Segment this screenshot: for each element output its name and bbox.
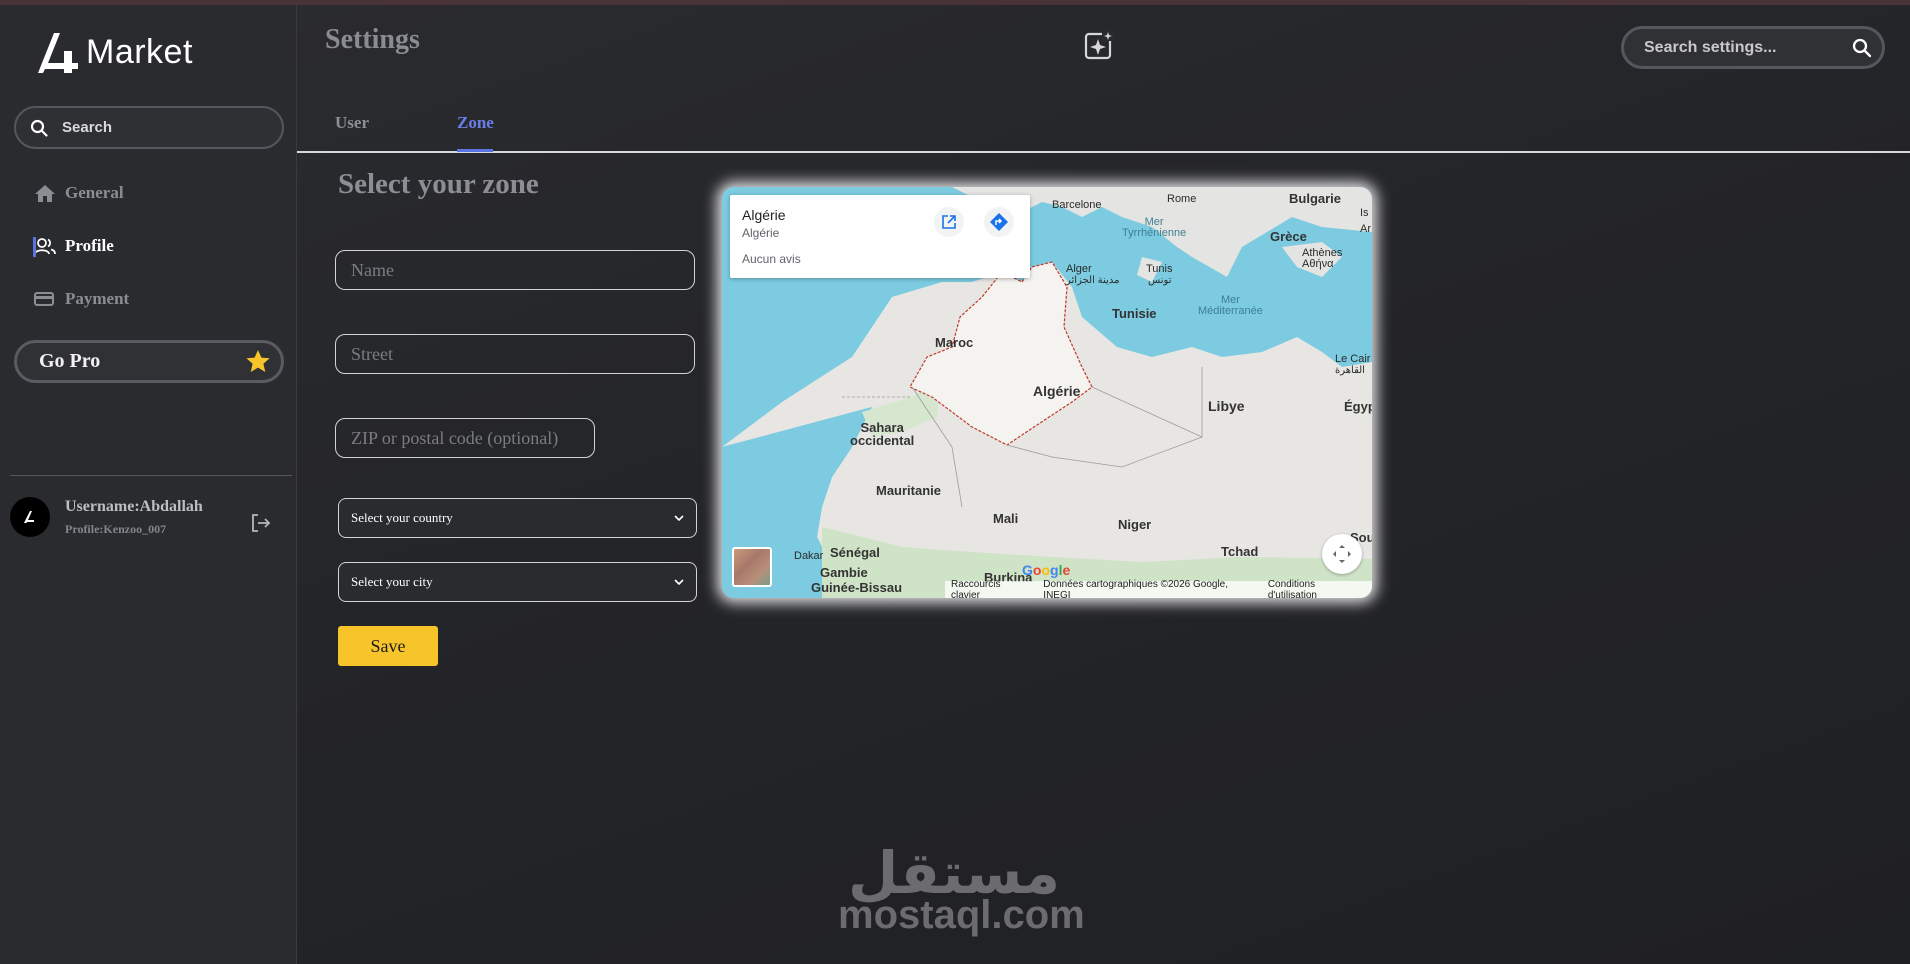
map-label-guinee-bissau: Guinée-Bissau: [811, 580, 903, 595]
go-pro-button[interactable]: Go Pro: [14, 340, 284, 383]
avatar[interactable]: [10, 497, 50, 537]
users-icon: [34, 236, 56, 256]
a4-avatar-icon: [24, 511, 34, 523]
place-subtitle: Algérie: [742, 226, 780, 240]
google-logo: Google: [1022, 562, 1071, 578]
open-in-maps-button[interactable]: [934, 207, 964, 237]
logout-button[interactable]: [250, 513, 272, 538]
map-label-grece: Grèce: [1270, 229, 1307, 244]
sparkle-image-icon: [1084, 31, 1114, 60]
map-label-mali: Mali: [993, 511, 1019, 526]
map-label-rome: Rome: [1167, 193, 1197, 205]
satellite-toggle[interactable]: [732, 547, 772, 587]
tab-zone[interactable]: Zone: [457, 113, 494, 133]
map-label-ar: Ar: [1360, 223, 1371, 235]
sidebar-item-general[interactable]: General: [34, 183, 124, 203]
map-label-egypte: Égyp: [1344, 399, 1372, 414]
map-label-tchad: Tchad: [1221, 544, 1259, 559]
settings-search-placeholder: Search settings...: [1644, 38, 1777, 56]
place-title: Algérie: [742, 207, 786, 223]
active-tab-indicator: [457, 149, 493, 152]
sidebar-item-label: Payment: [65, 289, 130, 308]
map-label-bulgarie: Bulgarie: [1289, 191, 1342, 206]
map-label-tunisie: Tunisie: [1112, 306, 1157, 321]
watermark-latin: mostaql.com: [838, 893, 1085, 937]
street-field[interactable]: [335, 334, 695, 374]
country-select[interactable]: Select your country: [338, 498, 697, 538]
map-data-attribution: Données cartographiques ©2026 Google, IN…: [1043, 578, 1229, 599]
map-label-algerie: Algérie: [1033, 383, 1081, 399]
sidebar-item-profile[interactable]: Profile: [33, 236, 114, 257]
map-label-is: Is: [1360, 207, 1369, 219]
map-label-alger: Alger: [1066, 263, 1092, 275]
map-label-libye: Libye: [1208, 398, 1245, 414]
user-profile: Username:Abdallah Profile:Kenzoo_007: [10, 497, 203, 537]
place-reviews: Aucun avis: [742, 252, 801, 266]
fullscreen-button[interactable]: [1322, 534, 1362, 574]
country-select-value: Select your country: [351, 510, 453, 525]
map-label-niger: Niger: [1118, 517, 1152, 532]
directions-icon: [990, 213, 1008, 231]
external-link-icon: [942, 215, 956, 229]
city-select-value: Select your city: [351, 574, 433, 589]
zip-field[interactable]: [335, 418, 595, 458]
search-icon[interactable]: [1852, 38, 1872, 58]
settings-search[interactable]: Search settings...: [1621, 26, 1885, 69]
map-label-tunis: Tunis: [1146, 263, 1173, 275]
map-label-senegal: Sénégal: [830, 545, 880, 560]
map-label-alger-ar: مدينة الجزائر: [1066, 275, 1120, 286]
sidebar-item-label: Profile: [65, 236, 114, 255]
sidebar-divider: [10, 475, 292, 476]
star-icon: [246, 350, 270, 372]
keyboard-shortcuts-link[interactable]: Raccourcis clavier: [951, 579, 1031, 599]
watermark: مستقل mostaql.com: [838, 843, 1085, 937]
go-pro-label: Go Pro: [39, 350, 101, 372]
map-label-dakar: Dakar: [794, 550, 824, 562]
app-logo[interactable]: Market: [34, 29, 193, 75]
tabs-divider: [297, 151, 1910, 153]
sidebar-search-label: Search: [62, 119, 113, 136]
search-icon: [30, 119, 48, 137]
home-icon: [34, 183, 56, 203]
directions-button[interactable]: [984, 207, 1014, 237]
sidebar-item-label: General: [65, 183, 124, 202]
map-label-maroc: Maroc: [935, 335, 974, 350]
map-label-athenes: Athènes Αθήνα: [1302, 247, 1343, 270]
credit-card-icon: [34, 289, 56, 309]
map-label-mer-tyrrhenienne: Mer Tyrrhénienne: [1122, 216, 1187, 239]
tab-user[interactable]: User: [335, 113, 369, 133]
sidebar-item-payment[interactable]: Payment: [34, 289, 129, 309]
sidebar-search[interactable]: Search: [14, 106, 284, 149]
map-label-mauritanie: Mauritanie: [876, 483, 942, 498]
name-field[interactable]: [335, 250, 695, 290]
section-title: Select your zone: [338, 168, 539, 200]
username: Username:Abdallah: [65, 497, 203, 515]
map-label-tunis-ar: تونس: [1148, 275, 1172, 286]
profile-handle: Profile:Kenzoo_007: [65, 521, 167, 536]
a4-logo-icon: [38, 33, 78, 73]
map-label-le-caire: Le Cair: [1335, 353, 1371, 365]
map-attribution: Raccourcis clavier Données cartographiqu…: [945, 578, 1372, 599]
chevron-down-icon: [674, 514, 684, 521]
map-label-le-caire-ar: القاهرة: [1335, 365, 1365, 376]
map[interactable]: Barcelone Rome Bulgarie Grèce Athènes Αθ…: [722, 187, 1372, 598]
ai-magic-button[interactable]: [1084, 30, 1114, 65]
place-info-card: Algérie Algérie Aucun avis: [730, 195, 1030, 278]
fullscreen-icon: [1333, 545, 1351, 563]
city-select[interactable]: Select your city: [338, 562, 697, 602]
map-label-barcelone: Barcelone: [1052, 199, 1102, 211]
sidebar: Market Search General Profile Payment Go…: [0, 5, 297, 964]
map-label-sahara-occidental: Sahara occidental: [850, 420, 915, 448]
logout-icon: [252, 514, 271, 532]
map-label-gambie: Gambie: [820, 565, 868, 580]
chevron-down-icon: [674, 578, 684, 585]
page-title: Settings: [325, 24, 420, 55]
terms-link[interactable]: Conditions d'utilisation: [1268, 579, 1366, 599]
map-label-mer-mediterranee: Mer Méditerranée: [1198, 294, 1263, 317]
app-name: Market: [86, 32, 193, 71]
save-button[interactable]: Save: [338, 626, 438, 666]
